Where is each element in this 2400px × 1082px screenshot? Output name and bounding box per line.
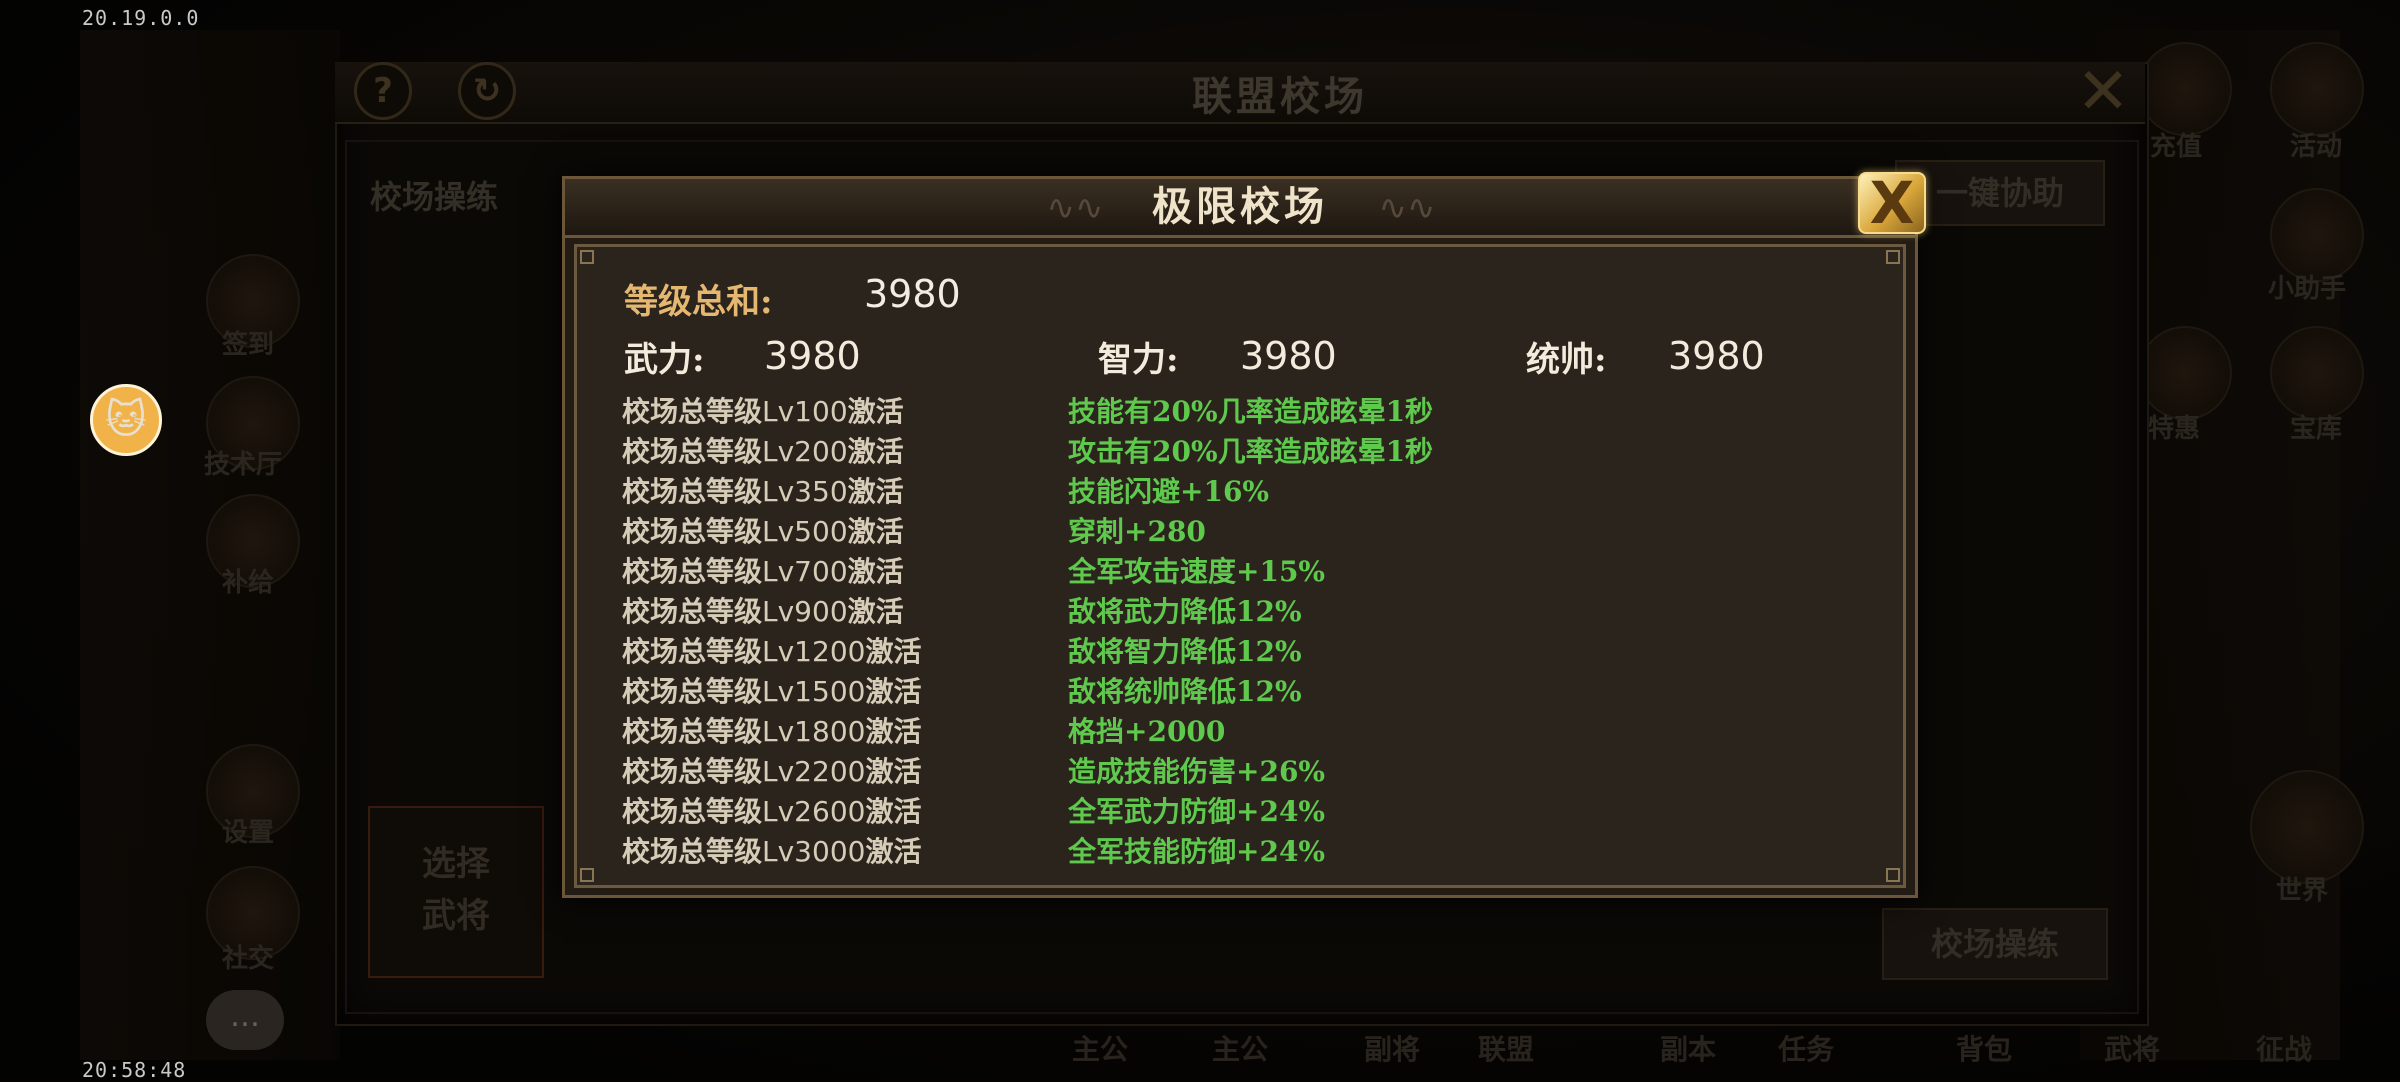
bonus-requirement: 校场总等级Lv500激活 [622, 515, 904, 548]
version-label: 20.19.0.0 [82, 6, 200, 30]
bonus-requirement: 校场总等级Lv1800激活 [622, 715, 922, 748]
bonus-effect: 全军技能防御+24% [1068, 835, 1326, 868]
dialog-close-button[interactable]: X [1858, 172, 1926, 234]
bonus-requirement: 校场总等级Lv700激活 [622, 555, 904, 588]
bonus-effect: 穿刺+280 [1068, 515, 1206, 548]
bonus-row: 校场总等级Lv200激活 攻击有20%几率造成眩晕1秒 [622, 432, 1882, 472]
corner-ornament [580, 250, 594, 264]
bonus-row: 校场总等级Lv1200激活 敌将智力降低12% [622, 632, 1882, 672]
corner-ornament [580, 868, 594, 882]
bonus-effect: 全军武力防御+24% [1068, 795, 1326, 828]
bonus-requirement: 校场总等级Lv2200激活 [622, 755, 922, 788]
bonus-effect: 攻击有20%几率造成眩晕1秒 [1068, 435, 1434, 468]
bonus-list: 校场总等级Lv100激活 技能有20%几率造成眩晕1秒 校场总等级Lv200激活… [622, 392, 1882, 872]
bonus-requirement: 校场总等级Lv3000激活 [622, 835, 922, 868]
bonus-effect: 技能闪避+16% [1068, 475, 1270, 508]
bonus-requirement: 校场总等级Lv350激活 [622, 475, 904, 508]
bonus-requirement: 校场总等级Lv900激活 [622, 595, 904, 628]
bonus-row: 校场总等级Lv350激活 技能闪避+16% [622, 472, 1882, 512]
bonus-row: 校场总等级Lv100激活 技能有20%几率造成眩晕1秒 [622, 392, 1882, 432]
bonus-row: 校场总等级Lv1500激活 敌将统帅降低12% [622, 672, 1882, 712]
chat-icon[interactable]: … [206, 990, 284, 1050]
bonus-requirement: 校场总等级Lv1200激活 [622, 635, 922, 668]
bonus-requirement: 校场总等级Lv200激活 [622, 435, 904, 468]
command-value: 3980 [1668, 334, 1765, 378]
command-label: 统帅: [1526, 340, 1607, 380]
intelligence-label: 智力: [1098, 340, 1179, 380]
bonus-effect: 造成技能伤害+26% [1068, 755, 1326, 788]
bonus-row: 校场总等级Lv700激活 全军攻击速度+15% [622, 552, 1882, 592]
bonus-requirement: 校场总等级Lv1500激活 [622, 675, 922, 708]
bonus-row: 校场总等级Lv500激活 穿刺+280 [622, 512, 1882, 552]
clock-label: 20:58:48 [82, 1058, 187, 1082]
bonus-row: 校场总等级Lv2600激活 全军武力防御+24% [622, 792, 1882, 832]
bonus-row: 校场总等级Lv900激活 敌将武力降低12% [622, 592, 1882, 632]
bonus-effect: 敌将智力降低12% [1068, 635, 1302, 668]
corner-ornament [1886, 250, 1900, 264]
bonus-effect: 敌将武力降低12% [1068, 595, 1302, 628]
force-value: 3980 [764, 334, 861, 378]
bonus-effect: 格挡+2000 [1068, 715, 1226, 748]
level-sum-value: 3980 [864, 272, 961, 316]
bonus-row: 校场总等级Lv3000激活 全军技能防御+24% [622, 832, 1882, 872]
bonus-requirement: 校场总等级Lv100激活 [622, 395, 904, 428]
bonus-effect: 全军攻击速度+15% [1068, 555, 1326, 588]
cat-assistant-avatar[interactable]: 🐱 [90, 384, 162, 456]
corner-ornament [1886, 868, 1900, 882]
level-sum-label: 等级总和: [624, 282, 773, 322]
bonus-effect: 敌将统帅降低12% [1068, 675, 1302, 708]
bonus-effect: 技能有20%几率造成眩晕1秒 [1068, 395, 1434, 428]
bonus-requirement: 校场总等级Lv2600激活 [622, 795, 922, 828]
bonus-row: 校场总等级Lv2200激活 造成技能伤害+26% [622, 752, 1882, 792]
dialog-title: 极限校场 [1152, 183, 1328, 230]
force-label: 武力: [624, 340, 705, 380]
bonus-row: 校场总等级Lv1800激活 格挡+2000 [622, 712, 1882, 752]
intelligence-value: 3980 [1240, 334, 1337, 378]
